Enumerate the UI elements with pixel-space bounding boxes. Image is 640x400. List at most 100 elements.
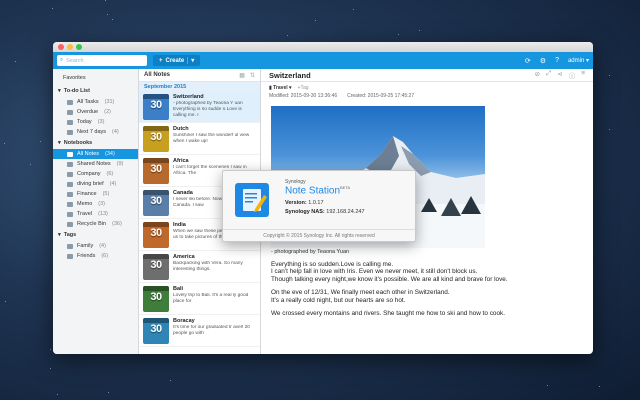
star: [609, 129, 610, 130]
star: [599, 386, 600, 387]
star: [108, 392, 109, 393]
nas-label: Synology NAS:: [285, 209, 325, 215]
sidebar-item-notebook-0[interactable]: All Notes (34): [53, 149, 138, 159]
sidebar-item-count: (34): [105, 151, 115, 157]
sidebar-item-todo-0[interactable]: All Tasks (31): [53, 97, 138, 107]
note-title[interactable]: Switzerland: [269, 71, 311, 80]
share-icon[interactable]: ⋖: [557, 70, 562, 80]
note-thumbnail: 30: [143, 158, 169, 184]
note-body[interactable]: Everything is so sudden.Love is calling …: [261, 255, 593, 317]
sidebar-item-label: Family: [77, 243, 94, 249]
star: [419, 30, 420, 31]
note-day: 30: [150, 195, 162, 207]
sidebar-section-todo[interactable]: ▾ To-do List: [53, 85, 138, 97]
note-thumbnail: 30: [143, 254, 169, 280]
sidebar-item-count: (6): [106, 171, 114, 177]
sidebar-item-notebook-2[interactable]: Company (6): [53, 169, 138, 179]
folder-icon: [67, 243, 73, 249]
star: [50, 349, 51, 350]
grid-view-icon[interactable]: ▦: [239, 72, 245, 79]
create-button[interactable]: + Create ▾: [153, 55, 201, 66]
sidebar-item-tag-1[interactable]: Friends (6): [53, 251, 138, 261]
note-list-item[interactable]: 30 Bali Lovely trip to Bali. It's a real l…: [139, 283, 260, 315]
minimize-window-button[interactable]: [67, 44, 73, 50]
folder-icon: [67, 109, 73, 115]
sidebar-item-todo-2[interactable]: Today (3): [53, 117, 138, 127]
plus-icon: +: [159, 57, 163, 64]
note-day: 30: [150, 131, 162, 143]
create-dropdown-caret[interactable]: ▾: [187, 57, 194, 64]
version-label: Version:: [285, 200, 307, 206]
sidebar: Favorites ▾ To-do List All Tasks (31) Over…: [53, 69, 139, 354]
sort-icon[interactable]: ⇅: [250, 72, 255, 79]
star: [30, 164, 31, 165]
fullscreen-icon[interactable]: ⤢: [546, 70, 551, 80]
star: [170, 380, 171, 381]
section-label: Notebooks: [63, 140, 93, 146]
created-date: Created: 2015-09-25 17:45:27: [347, 93, 415, 99]
modified-date: Modified: 2015-09-30 13:36:46: [269, 93, 338, 99]
chevron-down-icon: ▾: [58, 232, 61, 238]
search-icon: ⌕: [60, 57, 64, 63]
about-product: Note StationBETA: [285, 185, 350, 196]
note-title: Africa: [173, 158, 189, 164]
zoom-window-button[interactable]: [76, 44, 82, 50]
sidebar-item-tag-0[interactable]: Family (4): [53, 241, 138, 251]
lock-icon[interactable]: ⊘: [535, 70, 540, 80]
note-line: Though talking every night,we know it's …: [271, 275, 508, 283]
sidebar-section-notebooks[interactable]: ▾ Notebooks: [53, 137, 138, 149]
note-paragraph: On the eve of 12/31, We finally meet eac…: [271, 289, 583, 304]
sidebar-item-notebook-7[interactable]: Recycle Bin (36): [53, 219, 138, 229]
sidebar-item-todo-1[interactable]: Overdue (2): [53, 107, 138, 117]
star: [50, 368, 51, 369]
sidebar-item-count: (4): [99, 243, 106, 249]
sidebar-item-label: All Tasks: [77, 99, 99, 105]
sidebar-section-tags[interactable]: ▾ Tags: [53, 229, 138, 241]
product-name: Note Station: [285, 185, 341, 197]
close-window-button[interactable]: [58, 44, 64, 50]
sidebar-item-notebook-3[interactable]: diving brief (4): [53, 179, 138, 189]
sidebar-favorites[interactable]: Favorites: [53, 71, 138, 85]
sidebar-item-notebook-1[interactable]: Shared Notes (9): [53, 159, 138, 169]
menu-icon[interactable]: ≡: [581, 70, 585, 80]
note-list-item[interactable]: 30 America Backpacking with Vera. So many …: [139, 251, 260, 283]
note-snippet: Sunshine! I saw the wonderf ul view when…: [173, 133, 250, 144]
folder-icon: [67, 129, 73, 135]
sidebar-item-label: diving brief: [77, 181, 104, 187]
month-group-header: September 2015: [139, 82, 260, 91]
sidebar-item-notebook-6[interactable]: Travel (13): [53, 209, 138, 219]
help-icon[interactable]: ?: [555, 57, 559, 64]
chevron-down-icon: ▾: [289, 85, 292, 91]
note-snippet: Lovely trip to Bali. It's a real ly good…: [173, 293, 249, 304]
note-title-bar: Switzerland ⊘ ⤢ ⋖ ⓘ ≡: [261, 69, 593, 82]
note-day: 30: [150, 227, 162, 239]
note-list-item[interactable]: 30 Dutch Sunshine! I saw the wonderf ul vi…: [139, 123, 260, 155]
sidebar-item-todo-3[interactable]: Next 7 days (4): [53, 127, 138, 137]
sidebar-item-count: (4): [112, 129, 119, 135]
folder-icon: [67, 191, 73, 197]
search-input[interactable]: ⌕ Search: [57, 55, 147, 66]
sidebar-item-notebook-4[interactable]: Finance (5): [53, 189, 138, 199]
sidebar-item-notebook-5[interactable]: Memo (3): [53, 199, 138, 209]
notebook-selector[interactable]: ▮ Travel ▾: [269, 85, 292, 91]
star: [609, 75, 610, 76]
user-menu[interactable]: admin ▾: [568, 57, 589, 64]
settings-icon[interactable]: ⚙: [540, 57, 546, 65]
create-label: Create: [165, 57, 185, 64]
sidebar-item-count: (2): [104, 109, 111, 115]
star: [353, 9, 354, 10]
note-line: Everything is so sudden.Love is calling …: [271, 261, 394, 268]
folder-icon: [67, 221, 73, 227]
sidebar-item-count: (5): [102, 191, 110, 197]
note-list-item[interactable]: 30 Switzerland - photographed by Teaona Y …: [139, 91, 260, 123]
sync-icon[interactable]: ⟳: [525, 57, 531, 65]
notebook-name: Travel: [273, 85, 288, 91]
sidebar-item-label: Travel: [77, 211, 93, 217]
star: [15, 61, 16, 62]
add-tag-button[interactable]: +Tag: [298, 85, 309, 91]
note-snippet: - photographed by Teaona Y uan Everythin…: [173, 101, 243, 118]
info-icon[interactable]: ⓘ: [569, 70, 576, 80]
note-list-header: All Notes ▦ ⇅: [139, 69, 260, 82]
note-list-item[interactable]: 30 Boracay It's time for our graduated tr …: [139, 315, 260, 347]
folder-icon: [67, 201, 73, 207]
